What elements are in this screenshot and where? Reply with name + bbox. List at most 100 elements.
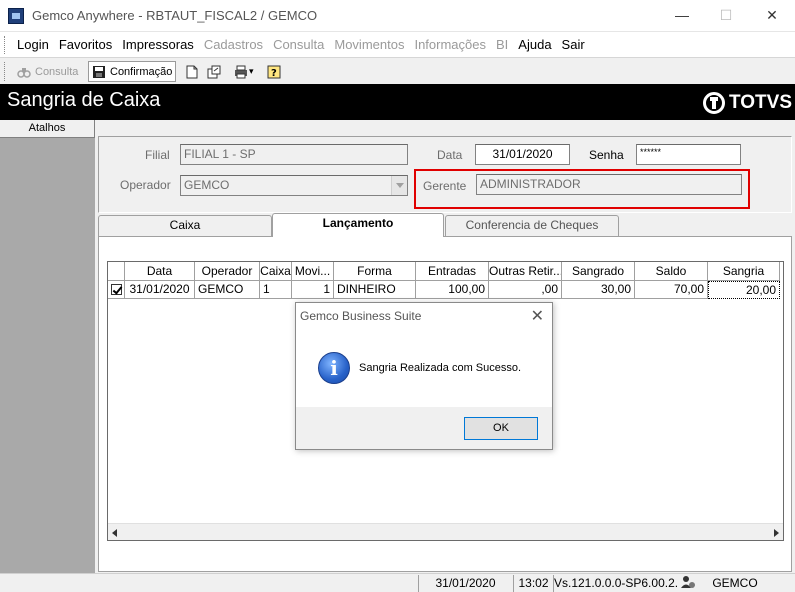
- menu-grip: [4, 36, 7, 54]
- dialog-message: Sangria Realizada com Sucesso.: [359, 362, 522, 374]
- menu-item-sair[interactable]: Sair: [562, 37, 585, 52]
- filial-field[interactable]: FILIAL 1 - SP: [180, 144, 408, 165]
- consulta-label: Consulta: [35, 65, 79, 78]
- operador-label: Operador: [120, 178, 171, 192]
- totvs-logo: TOTVS: [703, 92, 792, 114]
- dialog-title: Gemco Business Suite: [300, 309, 422, 323]
- help-button[interactable]: ?: [264, 61, 288, 82]
- menu-item-informa-es[interactable]: Informações: [414, 37, 486, 52]
- column-header[interactable]: Sangrado: [562, 262, 635, 281]
- row-checkbox-cell[interactable]: [108, 281, 125, 299]
- maximize-button[interactable]: ☐: [703, 4, 749, 26]
- table-cell[interactable]: 20,00: [708, 281, 780, 299]
- message-dialog: Gemco Business Suite ✕ i Sangria Realiza…: [295, 302, 553, 450]
- status-user: GEMCO: [712, 576, 758, 590]
- sidebar-title[interactable]: Atalhos: [0, 120, 95, 138]
- checkbox-checked-icon[interactable]: [110, 284, 122, 295]
- tab-caixa[interactable]: Caixa: [98, 215, 272, 236]
- chevron-down-icon[interactable]: ▾: [249, 66, 254, 77]
- operador-combo[interactable]: GEMCO: [180, 175, 408, 196]
- export-icon: [207, 65, 221, 79]
- status-date: 31/01/2020: [418, 575, 512, 592]
- user-status-icon: [677, 575, 699, 592]
- close-button[interactable]: ✕: [749, 4, 795, 26]
- table-row[interactable]: 31/01/2020 GEMCO 1 1 DINHEIRO 100,00,00 30,00 7…: [108, 281, 780, 299]
- table-cell[interactable]: GEMCO: [195, 281, 260, 299]
- data-field[interactable]: 31/01/2020: [475, 144, 570, 165]
- minimize-button[interactable]: —: [659, 4, 705, 26]
- print-button[interactable]: ▾: [231, 61, 257, 82]
- export-button[interactable]: [204, 61, 228, 82]
- table-cell[interactable]: ,00: [489, 281, 562, 299]
- shortcuts-sidebar: Atalhos: [0, 120, 95, 573]
- scroll-left-icon[interactable]: [112, 529, 117, 537]
- table-cell[interactable]: DINHEIRO: [334, 281, 416, 299]
- column-header[interactable]: Entradas: [416, 262, 489, 281]
- menu-item-cadastros[interactable]: Cadastros: [204, 37, 263, 52]
- table-cell[interactable]: 31/01/2020: [125, 281, 195, 299]
- app-icon: [8, 8, 24, 24]
- toolbar-grip: [4, 62, 7, 81]
- save-icon: [92, 65, 106, 79]
- column-header[interactable]: Operador: [195, 262, 260, 281]
- help-icon: ?: [267, 65, 281, 79]
- dialog-footer: OK: [296, 407, 552, 449]
- confirmacao-label: Confirmação: [110, 65, 173, 78]
- menu-item-movimentos[interactable]: Movimentos: [334, 37, 404, 52]
- printer-icon: [234, 65, 248, 79]
- horizontal-scrollbar[interactable]: [108, 523, 783, 540]
- confirmacao-button[interactable]: Confirmação: [88, 61, 177, 82]
- menu-item-impressoras[interactable]: Impressoras: [122, 37, 194, 52]
- status-version: Vs.121.0.0.0-SP6.00.2.1: [553, 575, 677, 592]
- new-document-icon: [185, 65, 199, 79]
- table-cell[interactable]: 1: [260, 281, 292, 299]
- gerente-highlight: [414, 169, 750, 209]
- operador-value: GEMCO: [184, 178, 230, 192]
- grid-header: Data Operador Caixa Movi... Forma Entradas Out…: [108, 262, 780, 281]
- senha-label: Senha: [589, 148, 624, 162]
- scroll-right-icon[interactable]: [774, 529, 779, 537]
- table-cell[interactable]: 100,00: [416, 281, 489, 299]
- status-time: 13:02: [513, 575, 553, 592]
- menu-item-favoritos[interactable]: Favoritos: [59, 37, 112, 52]
- screen-header: Sangria de Caixa TOTVS: [0, 84, 795, 120]
- column-header[interactable]: Sangria: [708, 262, 780, 281]
- totvs-logo-icon: [703, 92, 725, 114]
- menu-bar: Login Favoritos Impressoras Cadastros Consul…: [0, 31, 795, 57]
- menu-item-bi[interactable]: BI: [496, 37, 508, 52]
- window-title: Gemco Anywhere - RBTAUT_FISCAL2 / GEMCO: [32, 8, 318, 23]
- column-header[interactable]: Movi...: [292, 262, 334, 281]
- ok-button[interactable]: OK: [464, 417, 538, 440]
- data-label: Data: [437, 148, 463, 162]
- menu-items: Login Favoritos Impressoras Cadastros Consul…: [17, 37, 595, 52]
- info-icon: i: [318, 352, 350, 384]
- dialog-close-icon[interactable]: ✕: [531, 306, 544, 326]
- column-header[interactable]: Outras Retir...: [489, 262, 562, 281]
- toolbar: Consulta Confirmação ▾ ?: [0, 57, 795, 84]
- table-cell[interactable]: 70,00: [635, 281, 708, 299]
- svg-text:?: ?: [271, 68, 277, 79]
- filial-label: Filial: [145, 148, 170, 162]
- page-title: Sangria de Caixa: [7, 89, 161, 111]
- column-header[interactable]: Data: [125, 262, 195, 281]
- menu-item-consulta[interactable]: Consulta: [273, 37, 324, 52]
- column-header[interactable]: Saldo: [635, 262, 708, 281]
- tab-strip: Caixa Lançamento Conferencia de Cheques: [98, 213, 792, 237]
- chevron-down-icon[interactable]: [391, 176, 407, 195]
- status-bar: 31/01/2020 13:02 Vs.121.0.0.0-SP6.00.2.1…: [0, 573, 795, 592]
- senha-field[interactable]: ******: [636, 144, 741, 165]
- logo-text: TOTVS: [729, 92, 792, 113]
- table-cell[interactable]: 1: [292, 281, 334, 299]
- column-header[interactable]: Forma: [334, 262, 416, 281]
- menu-item-login[interactable]: Login: [17, 37, 49, 52]
- menu-item-ajuda[interactable]: Ajuda: [518, 37, 551, 52]
- consulta-button[interactable]: Consulta: [14, 61, 81, 82]
- new-document-button[interactable]: [182, 61, 206, 82]
- column-header[interactable]: Caixa: [260, 262, 292, 281]
- title-bar: Gemco Anywhere - RBTAUT_FISCAL2 / GEMCO …: [0, 0, 795, 31]
- column-header[interactable]: [108, 262, 125, 281]
- binoculars-icon: [17, 65, 31, 79]
- tab-conferencia-cheques[interactable]: Conferencia de Cheques: [445, 215, 619, 236]
- table-cell[interactable]: 30,00: [562, 281, 635, 299]
- tab-lancamento[interactable]: Lançamento: [272, 213, 444, 237]
